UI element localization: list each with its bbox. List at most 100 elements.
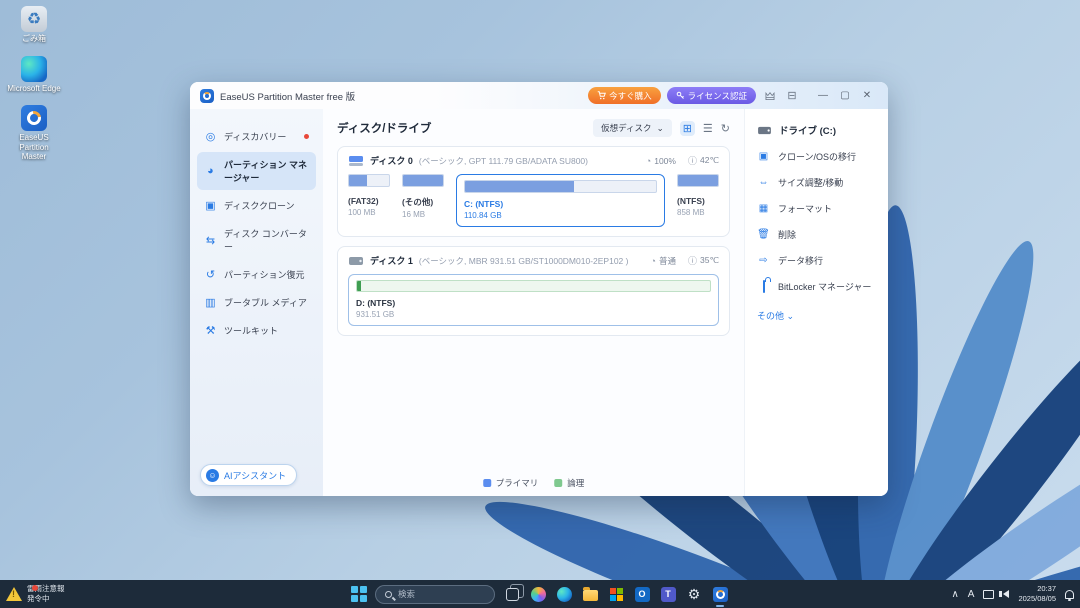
app-logo-icon bbox=[200, 89, 214, 103]
copilot-icon bbox=[531, 587, 546, 602]
desktop-icon-label: ごみ箱 bbox=[6, 34, 62, 44]
sidebar-item-discovery[interactable]: ◎ ディスカバリー bbox=[197, 124, 316, 149]
action-resize-move[interactable]: ⇔ サイズ調整/移動 bbox=[757, 176, 876, 189]
disk-temp-badge: ⓘ35℃ bbox=[688, 254, 719, 267]
desktop-icon-easeus[interactable]: EaseUS Partition Master bbox=[6, 105, 62, 162]
task-view-button[interactable] bbox=[503, 585, 521, 603]
copilot-button[interactable] bbox=[529, 585, 547, 603]
action-bitlocker-manager[interactable]: BitLocker マネージャー bbox=[757, 280, 876, 293]
main-content: ディスク/ドライブ 仮想ディスク⌄ ⊞ ☰ ↻ ディスク 0 bbox=[323, 109, 745, 496]
cart-icon bbox=[597, 91, 606, 100]
ai-assistant-button[interactable]: ☺ AIアシスタント bbox=[200, 464, 297, 486]
desktop-icon-label: EaseUS Partition Master bbox=[6, 133, 62, 162]
virtual-disk-dropdown[interactable]: 仮想ディスク⌄ bbox=[593, 119, 672, 137]
disk1-card: ディスク 1 (ベーシック, MBR 931.51 GB/ST1000DM010… bbox=[337, 246, 730, 336]
partition-usage-bar bbox=[464, 180, 657, 193]
info-icon: ⓘ bbox=[688, 154, 697, 167]
disk-name: ディスク 0 bbox=[370, 154, 413, 167]
feedback-icon[interactable]: ⊟ bbox=[784, 89, 800, 102]
sidebar-item-toolkit[interactable]: ⚒ ツールキット bbox=[197, 318, 316, 343]
desktop-icon-edge[interactable]: Microsoft Edge bbox=[6, 56, 62, 94]
close-button[interactable]: ✕ bbox=[856, 90, 878, 101]
support-icon[interactable]: 🜲 bbox=[762, 85, 778, 107]
edge-taskbar-button[interactable] bbox=[555, 585, 573, 603]
pie-chart-icon: ◕ bbox=[204, 165, 217, 177]
sidebar-item-disk-clone[interactable]: ▣ ディスククローン bbox=[197, 193, 316, 218]
usb-media-icon: ▥ bbox=[204, 296, 217, 309]
chevron-down-icon: ⌄ bbox=[657, 123, 664, 134]
license-button[interactable]: ライセンス認証 bbox=[667, 87, 756, 104]
grid-view-icon[interactable]: ⊞ bbox=[680, 121, 695, 136]
titlebar: EaseUS Partition Master free 版 今すぐ購入 ライセ… bbox=[190, 82, 888, 109]
minimize-button[interactable]: — bbox=[812, 90, 834, 101]
format-icon: ▦ bbox=[757, 203, 770, 214]
sidebar-item-partition-recovery[interactable]: ↺ パーティション復元 bbox=[197, 262, 316, 287]
weather-widget[interactable]: 雷雨注意報 発令中 bbox=[6, 584, 65, 604]
start-button[interactable] bbox=[351, 586, 367, 602]
outlook-button[interactable]: O bbox=[633, 585, 651, 603]
drive-icon bbox=[757, 125, 772, 136]
taskbar: 雷雨注意報 発令中 検索 O T ⚙ ∧ A bbox=[0, 580, 1080, 608]
disk-temp-badge: ⓘ42℃ bbox=[688, 154, 719, 167]
disk-usage-badge: ◔普通 bbox=[651, 254, 676, 267]
key-icon bbox=[676, 91, 685, 100]
primary-swatch bbox=[483, 479, 491, 487]
list-view-icon[interactable]: ☰ bbox=[703, 122, 713, 135]
sidebar-item-disk-converter[interactable]: ⇆ ディスク コンバーター bbox=[197, 221, 316, 259]
notification-dot bbox=[304, 134, 309, 139]
sidebar-item-bootable-media[interactable]: ▥ ブータブル メディア bbox=[197, 290, 316, 315]
teams-button[interactable]: T bbox=[659, 585, 677, 603]
info-icon: ⓘ bbox=[688, 254, 697, 267]
sidebar-item-partition-manager[interactable]: ◕ パーティション マネージャー bbox=[197, 152, 316, 190]
action-format[interactable]: ▦ フォーマット bbox=[757, 202, 876, 215]
disk-details: (ベーシック, MBR 931.51 GB/ST1000DM010-2EP102… bbox=[419, 255, 629, 267]
clock[interactable]: 20:37 2025/08/05 bbox=[1018, 584, 1056, 604]
system-tray: ∧ A 20:37 2025/08/05 bbox=[951, 584, 1074, 604]
taskbar-center: 検索 O T ⚙ bbox=[351, 585, 729, 604]
ime-indicator[interactable]: A bbox=[968, 589, 975, 600]
window-controls: — ▢ ✕ bbox=[812, 90, 878, 101]
desktop-icon-recycle-bin[interactable]: ♻ ごみ箱 bbox=[6, 6, 62, 44]
search-icon bbox=[385, 591, 392, 598]
buy-now-button[interactable]: 今すぐ購入 bbox=[588, 87, 661, 104]
tray-chevron-icon[interactable]: ∧ bbox=[951, 589, 958, 600]
volume-icon[interactable] bbox=[1003, 590, 1009, 598]
partition-usage-bar bbox=[356, 280, 711, 292]
partition-other[interactable]: (その他) 16 MB bbox=[402, 174, 444, 227]
network-icon[interactable] bbox=[983, 590, 994, 599]
trash-icon: 🗑 bbox=[757, 229, 770, 240]
action-clone-os-migrate[interactable]: ▣ クローン/OSの移行 bbox=[757, 150, 876, 163]
notification-bell-icon[interactable] bbox=[1065, 590, 1074, 599]
refresh-icon[interactable]: ↻ bbox=[721, 122, 730, 135]
weather-warning-icon bbox=[6, 587, 22, 601]
action-data-migration[interactable]: ⇨ データ移行 bbox=[757, 254, 876, 267]
more-actions-link[interactable]: その他 ⌄ bbox=[757, 309, 876, 322]
partition-fat32[interactable]: (FAT32) 100 MB bbox=[348, 174, 390, 227]
file-explorer-button[interactable] bbox=[581, 585, 599, 603]
page-title: ディスク/ドライブ bbox=[337, 120, 431, 136]
partition-ntfs-recovery[interactable]: (NTFS) 858 MB bbox=[677, 174, 719, 227]
settings-button[interactable]: ⚙ bbox=[685, 585, 703, 603]
disk0-card: ディスク 0 (ベーシック, GPT 111.79 GB/ADATA SU800… bbox=[337, 146, 730, 237]
folder-icon bbox=[583, 590, 598, 601]
disk-icon bbox=[348, 255, 364, 267]
action-delete[interactable]: 🗑 削除 bbox=[757, 228, 876, 241]
outlook-icon: O bbox=[635, 587, 650, 602]
resize-arrows-icon: ⇔ bbox=[757, 177, 770, 188]
edge-icon bbox=[557, 587, 572, 602]
partition-usage-bar bbox=[402, 174, 444, 187]
clone-icon: ▣ bbox=[204, 199, 217, 212]
taskbar-search[interactable]: 検索 bbox=[375, 585, 495, 604]
partition-d[interactable]: D: (NTFS) 931.51 GB bbox=[348, 274, 719, 326]
disk-usage-badge: ◔100% bbox=[646, 154, 676, 167]
maximize-button[interactable]: ▢ bbox=[834, 90, 856, 101]
easeus-taskbar-button[interactable] bbox=[711, 585, 729, 603]
partition-c-selected[interactable]: C: (NTFS) 110.84 GB bbox=[456, 174, 665, 227]
partition-legend: プライマリ 論理 bbox=[483, 477, 585, 489]
easeus-icon bbox=[713, 587, 728, 602]
gear-icon: ⚙ bbox=[688, 586, 701, 603]
action-panel: ドライブ (C:) ▣ クローン/OSの移行 ⇔ サイズ調整/移動 ▦ フォーマ… bbox=[745, 109, 888, 496]
desktop-icon-label: Microsoft Edge bbox=[6, 84, 62, 94]
microsoft-store-button[interactable] bbox=[607, 585, 625, 603]
partition-usage-bar bbox=[348, 174, 390, 187]
